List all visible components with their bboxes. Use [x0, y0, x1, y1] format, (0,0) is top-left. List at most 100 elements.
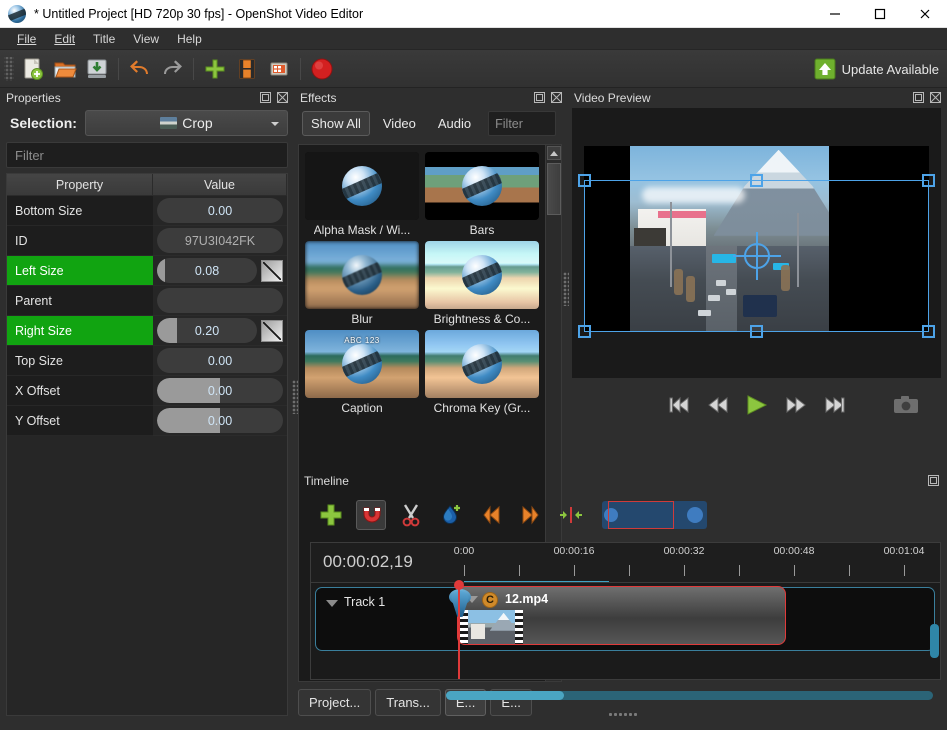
- timeline-hscroll-thumb[interactable]: [446, 691, 564, 700]
- snapshot-camera-icon[interactable]: [893, 394, 919, 419]
- skip-to-end-icon[interactable]: [822, 395, 848, 415]
- maximize-button[interactable]: [857, 0, 902, 28]
- menu-file[interactable]: File: [8, 30, 45, 48]
- timeline-vertical-scrollbar[interactable]: [930, 624, 939, 658]
- save-project-icon[interactable]: [81, 53, 113, 85]
- razor-tool-icon[interactable]: [396, 500, 426, 530]
- property-row[interactable]: Right Size 0.20: [7, 316, 287, 346]
- timeline-horizontal-scrollbar[interactable]: [446, 691, 933, 700]
- effect-item[interactable]: Brightness & Co...: [425, 241, 539, 326]
- openshot-ball-icon: [462, 166, 502, 206]
- timeline-zoom-slider[interactable]: [602, 501, 707, 529]
- snapping-magnet-icon[interactable]: [356, 500, 386, 530]
- minimize-button[interactable]: [812, 0, 857, 28]
- preview-float-icon[interactable]: [912, 91, 926, 105]
- property-value-cell[interactable]: 0.00: [153, 346, 287, 376]
- effect-item[interactable]: Alpha Mask / Wi...: [305, 152, 419, 237]
- timeline-float-icon[interactable]: [927, 474, 941, 488]
- property-row[interactable]: Top Size 0.00: [7, 346, 287, 376]
- tree: [685, 276, 695, 303]
- add-marker-icon[interactable]: [316, 500, 346, 530]
- property-row[interactable]: Bottom Size 0.00: [7, 196, 287, 226]
- effect-item[interactable]: Bars: [425, 152, 539, 237]
- zoom-selection-range[interactable]: [608, 501, 674, 529]
- menu-help[interactable]: Help: [168, 30, 211, 48]
- selection-combo[interactable]: Crop: [84, 110, 288, 136]
- effects-scrollbar-thumb[interactable]: [546, 163, 561, 215]
- property-value-slider[interactable]: 0.00: [157, 408, 283, 433]
- slider-fill: [157, 258, 165, 283]
- property-value-cell[interactable]: [153, 286, 287, 316]
- effects-preview-splitter[interactable]: [563, 272, 569, 306]
- timeline-panel[interactable]: 00:00:02,19 0:00 00:00:16 00:00:32 00:00:48…: [310, 542, 941, 680]
- timeline-resize-grip[interactable]: [607, 712, 638, 718]
- menu-view[interactable]: View: [124, 30, 168, 48]
- undo-icon[interactable]: [124, 53, 156, 85]
- menu-edit[interactable]: Edit: [45, 30, 84, 48]
- property-value-slider[interactable]: 0.08: [157, 258, 257, 283]
- add-track-icon[interactable]: [231, 53, 263, 85]
- timeline-clip-12mp4[interactable]: C 12.mp4: [457, 586, 786, 645]
- skip-to-start-icon[interactable]: [666, 395, 692, 415]
- effects-video-button[interactable]: Video: [374, 111, 425, 136]
- property-value-cell[interactable]: 0.00: [153, 406, 287, 436]
- property-value-slider[interactable]: 0.00: [157, 348, 283, 373]
- video-canvas[interactable]: [572, 108, 941, 378]
- timeline-track-area[interactable]: Track 1 C 12.mp4: [311, 580, 940, 679]
- center-playhead-icon[interactable]: [556, 500, 586, 530]
- property-value-cell[interactable]: 97U3I042FK: [153, 226, 287, 256]
- effect-item[interactable]: ABC 123 Caption: [305, 330, 419, 415]
- update-available-button[interactable]: Update Available: [814, 50, 939, 88]
- toolbar-separator-3: [300, 57, 301, 80]
- property-row[interactable]: Left Size 0.08: [7, 256, 287, 286]
- toolbar-grip[interactable]: [4, 56, 14, 81]
- timeline-ruler[interactable]: 00:00:02,19 0:00 00:00:16 00:00:32 00:00:48…: [311, 543, 940, 585]
- property-value-cell[interactable]: 0.08: [153, 256, 287, 286]
- new-project-icon[interactable]: [17, 53, 49, 85]
- scroll-up-icon[interactable]: [546, 146, 561, 160]
- zoom-handle-right[interactable]: [687, 507, 703, 523]
- preview-close-icon[interactable]: [929, 91, 943, 105]
- effects-float-icon[interactable]: [533, 91, 547, 105]
- effects-filter-input[interactable]: Filter: [488, 111, 557, 136]
- fullscreen-icon[interactable]: [263, 53, 295, 85]
- property-value-slider[interactable]: 0.00: [157, 378, 283, 403]
- effects-show-all-button[interactable]: Show All: [302, 111, 370, 136]
- playhead-marker[interactable]: [454, 580, 464, 590]
- close-button[interactable]: [902, 0, 947, 28]
- fast-forward-icon[interactable]: [783, 395, 809, 415]
- property-filter-input[interactable]: Filter: [6, 142, 288, 168]
- property-row[interactable]: ID 97U3I042FK: [7, 226, 287, 256]
- menu-title[interactable]: Title: [84, 30, 124, 48]
- properties-float-icon[interactable]: [259, 91, 273, 105]
- export-video-icon[interactable]: [306, 53, 338, 85]
- property-value-slider[interactable]: 0.00: [157, 198, 283, 223]
- next-marker-icon[interactable]: [516, 500, 546, 530]
- effect-item[interactable]: Chroma Key (Gr...: [425, 330, 539, 415]
- keyframe-gradient-icon[interactable]: [261, 319, 283, 342]
- property-row[interactable]: Parent: [7, 286, 287, 316]
- property-value-slider[interactable]: 0.20: [157, 318, 257, 343]
- play-icon[interactable]: [744, 394, 770, 416]
- property-value-cell[interactable]: 0.00: [153, 196, 287, 226]
- properties-effects-splitter[interactable]: [292, 380, 298, 414]
- effects-audio-button[interactable]: Audio: [429, 111, 480, 136]
- property-value-cell[interactable]: 0.20: [153, 316, 287, 346]
- track-collapse-chevron-icon[interactable]: [326, 600, 338, 607]
- playhead[interactable]: [454, 580, 464, 679]
- properties-close-icon[interactable]: [276, 91, 290, 105]
- column-header-value: Value: [153, 174, 287, 196]
- clip-effect-badge[interactable]: C: [482, 592, 498, 608]
- add-keyframe-icon[interactable]: [436, 500, 466, 530]
- previous-marker-icon[interactable]: [476, 500, 506, 530]
- open-project-icon[interactable]: [49, 53, 81, 85]
- keyframe-gradient-icon[interactable]: [261, 259, 283, 282]
- property-row[interactable]: Y Offset 0.00: [7, 406, 287, 436]
- property-row[interactable]: X Offset 0.00: [7, 376, 287, 406]
- effects-close-icon[interactable]: [550, 91, 564, 105]
- rewind-icon[interactable]: [705, 395, 731, 415]
- import-files-icon[interactable]: [199, 53, 231, 85]
- redo-icon[interactable]: [156, 53, 188, 85]
- effect-item[interactable]: Blur: [305, 241, 419, 326]
- property-value-cell[interactable]: 0.00: [153, 376, 287, 406]
